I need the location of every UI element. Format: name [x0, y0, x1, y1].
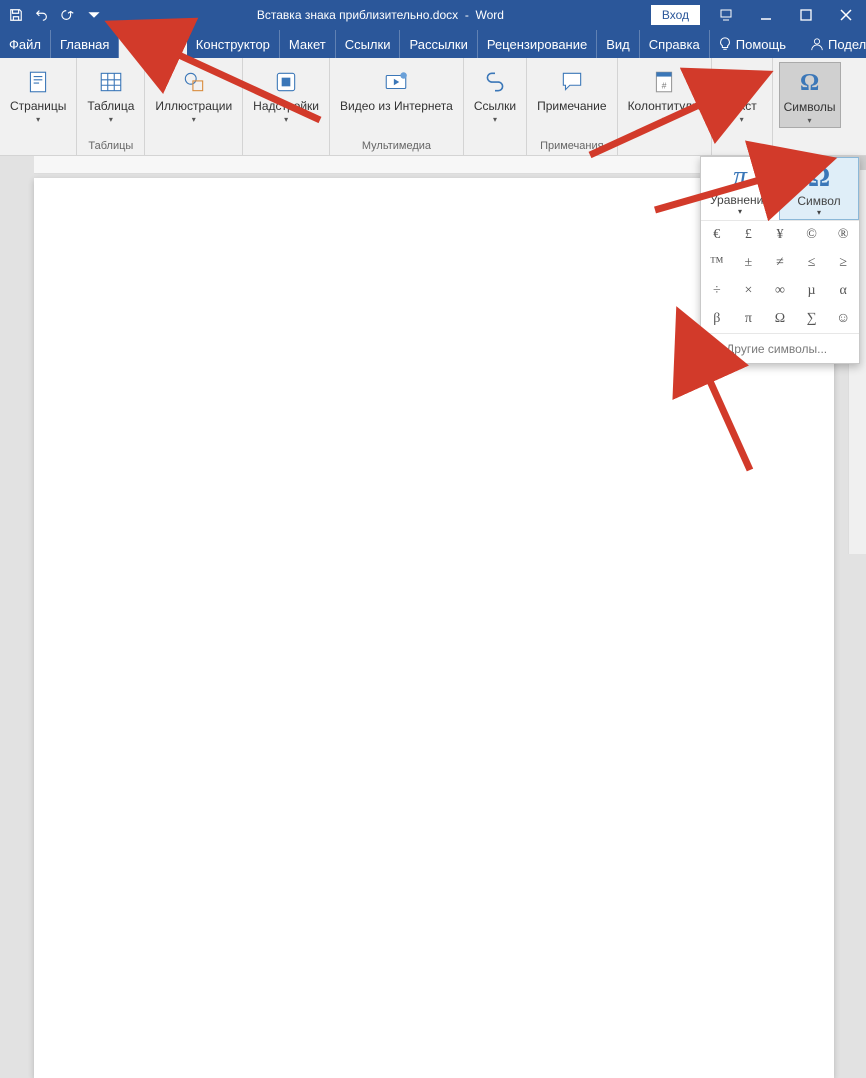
tab-view[interactable]: Вид — [597, 30, 640, 58]
app-name: Word — [476, 8, 504, 22]
redo-button[interactable] — [56, 3, 80, 27]
group-links: Ссылки ▾ — [464, 58, 527, 155]
symbol-cell[interactable]: ™ — [701, 249, 733, 277]
chevron-down-icon: ▾ — [740, 115, 744, 124]
tab-references[interactable]: Ссылки — [336, 30, 401, 58]
window-controls: Вход — [651, 0, 866, 30]
symbol-cell[interactable]: ≥ — [827, 249, 859, 277]
symbol-cell[interactable]: α — [827, 277, 859, 305]
tab-home[interactable]: Главная — [51, 30, 119, 58]
qat-dropdown[interactable] — [82, 3, 106, 27]
person-icon — [810, 37, 824, 51]
window-title: Вставка знака приблизительно.docx - Word — [110, 8, 651, 22]
ribbon: Страницы ▾ Таблица ▾ Таблицы Иллюстрации… — [0, 58, 866, 156]
symbol-cell[interactable]: ≤ — [796, 249, 828, 277]
symbols-grid: € £ ¥ © ® ™ ± ≠ ≤ ≥ ÷ × ∞ µ α β π Ω ∑ ☺ — [701, 221, 859, 333]
group-tables: Таблица ▾ Таблицы — [77, 58, 145, 155]
symbol-cell[interactable]: © — [796, 221, 828, 249]
quick-access-toolbar — [0, 3, 110, 27]
omega-icon: Ω — [808, 162, 830, 194]
links-button[interactable]: Ссылки ▾ — [470, 62, 520, 126]
tell-me[interactable]: Помощь — [710, 30, 794, 58]
symbol-cell[interactable]: ∑ — [796, 305, 828, 333]
symbol-cell[interactable]: ☺ — [827, 305, 859, 333]
tab-mailings[interactable]: Рассылки — [400, 30, 477, 58]
table-icon — [95, 66, 127, 98]
maximize-button[interactable] — [786, 0, 826, 30]
symbol-cell[interactable]: Ω — [764, 305, 796, 333]
symbol-cell[interactable]: × — [733, 277, 765, 305]
chevron-down-icon: ▾ — [817, 208, 821, 217]
symbol-cell[interactable]: π — [733, 305, 765, 333]
undo-button[interactable] — [30, 3, 54, 27]
ribbon-options-button[interactable] — [706, 0, 746, 30]
chevron-down-icon: ▾ — [109, 115, 113, 124]
chevron-down-icon: ▾ — [493, 115, 497, 124]
page-icon — [22, 66, 54, 98]
pages-button[interactable]: Страницы ▾ — [6, 62, 70, 126]
symbol-cell[interactable]: β — [701, 305, 733, 333]
close-button[interactable] — [826, 0, 866, 30]
symbol-cell[interactable]: ÷ — [701, 277, 733, 305]
chevron-down-icon: ▾ — [36, 115, 40, 124]
tab-help[interactable]: Справка — [640, 30, 710, 58]
lightbulb-icon — [718, 37, 732, 51]
tab-file[interactable]: Файл — [0, 30, 51, 58]
save-button[interactable] — [4, 3, 28, 27]
svg-text:#: # — [662, 81, 667, 91]
omega-icon: Ω — [709, 340, 720, 357]
group-symbols: Ω Символы ▾ — [773, 58, 847, 155]
ribbon-tabs: Файл Главная Вставка Конструктор Макет С… — [0, 30, 866, 58]
symbol-cell[interactable]: ± — [733, 249, 765, 277]
annotation-arrow — [640, 165, 800, 230]
table-button[interactable]: Таблица ▾ — [83, 62, 138, 126]
symbol-cell[interactable]: ≠ — [764, 249, 796, 277]
symbol-cell[interactable]: µ — [796, 277, 828, 305]
group-pages: Страницы ▾ — [0, 58, 77, 155]
login-button[interactable]: Вход — [651, 5, 700, 25]
svg-text:A: A — [737, 75, 746, 90]
video-icon — [380, 66, 412, 98]
share-button[interactable]: Поделиться — [802, 30, 866, 58]
group-media: Видео из Интернета Мультимедиа — [330, 58, 464, 155]
title-bar: Вставка знака приблизительно.docx - Word… — [0, 0, 866, 30]
online-video-button[interactable]: Видео из Интернета — [336, 62, 457, 115]
tab-review[interactable]: Рецензирование — [478, 30, 597, 58]
chevron-down-icon: ▾ — [808, 116, 812, 125]
more-symbols-button[interactable]: Ω Другие символы... — [701, 333, 859, 363]
symbols-button[interactable]: Ω Символы ▾ — [779, 62, 841, 128]
doc-name: Вставка знака приблизительно.docx — [257, 8, 458, 22]
annotation-arrow — [150, 40, 330, 145]
annotation-arrow — [575, 90, 735, 175]
symbol-cell[interactable]: ® — [827, 221, 859, 249]
link-icon — [479, 66, 511, 98]
symbol-cell[interactable]: ∞ — [764, 277, 796, 305]
minimize-button[interactable] — [746, 0, 786, 30]
omega-icon: Ω — [794, 67, 826, 99]
annotation-arrow — [650, 360, 770, 485]
